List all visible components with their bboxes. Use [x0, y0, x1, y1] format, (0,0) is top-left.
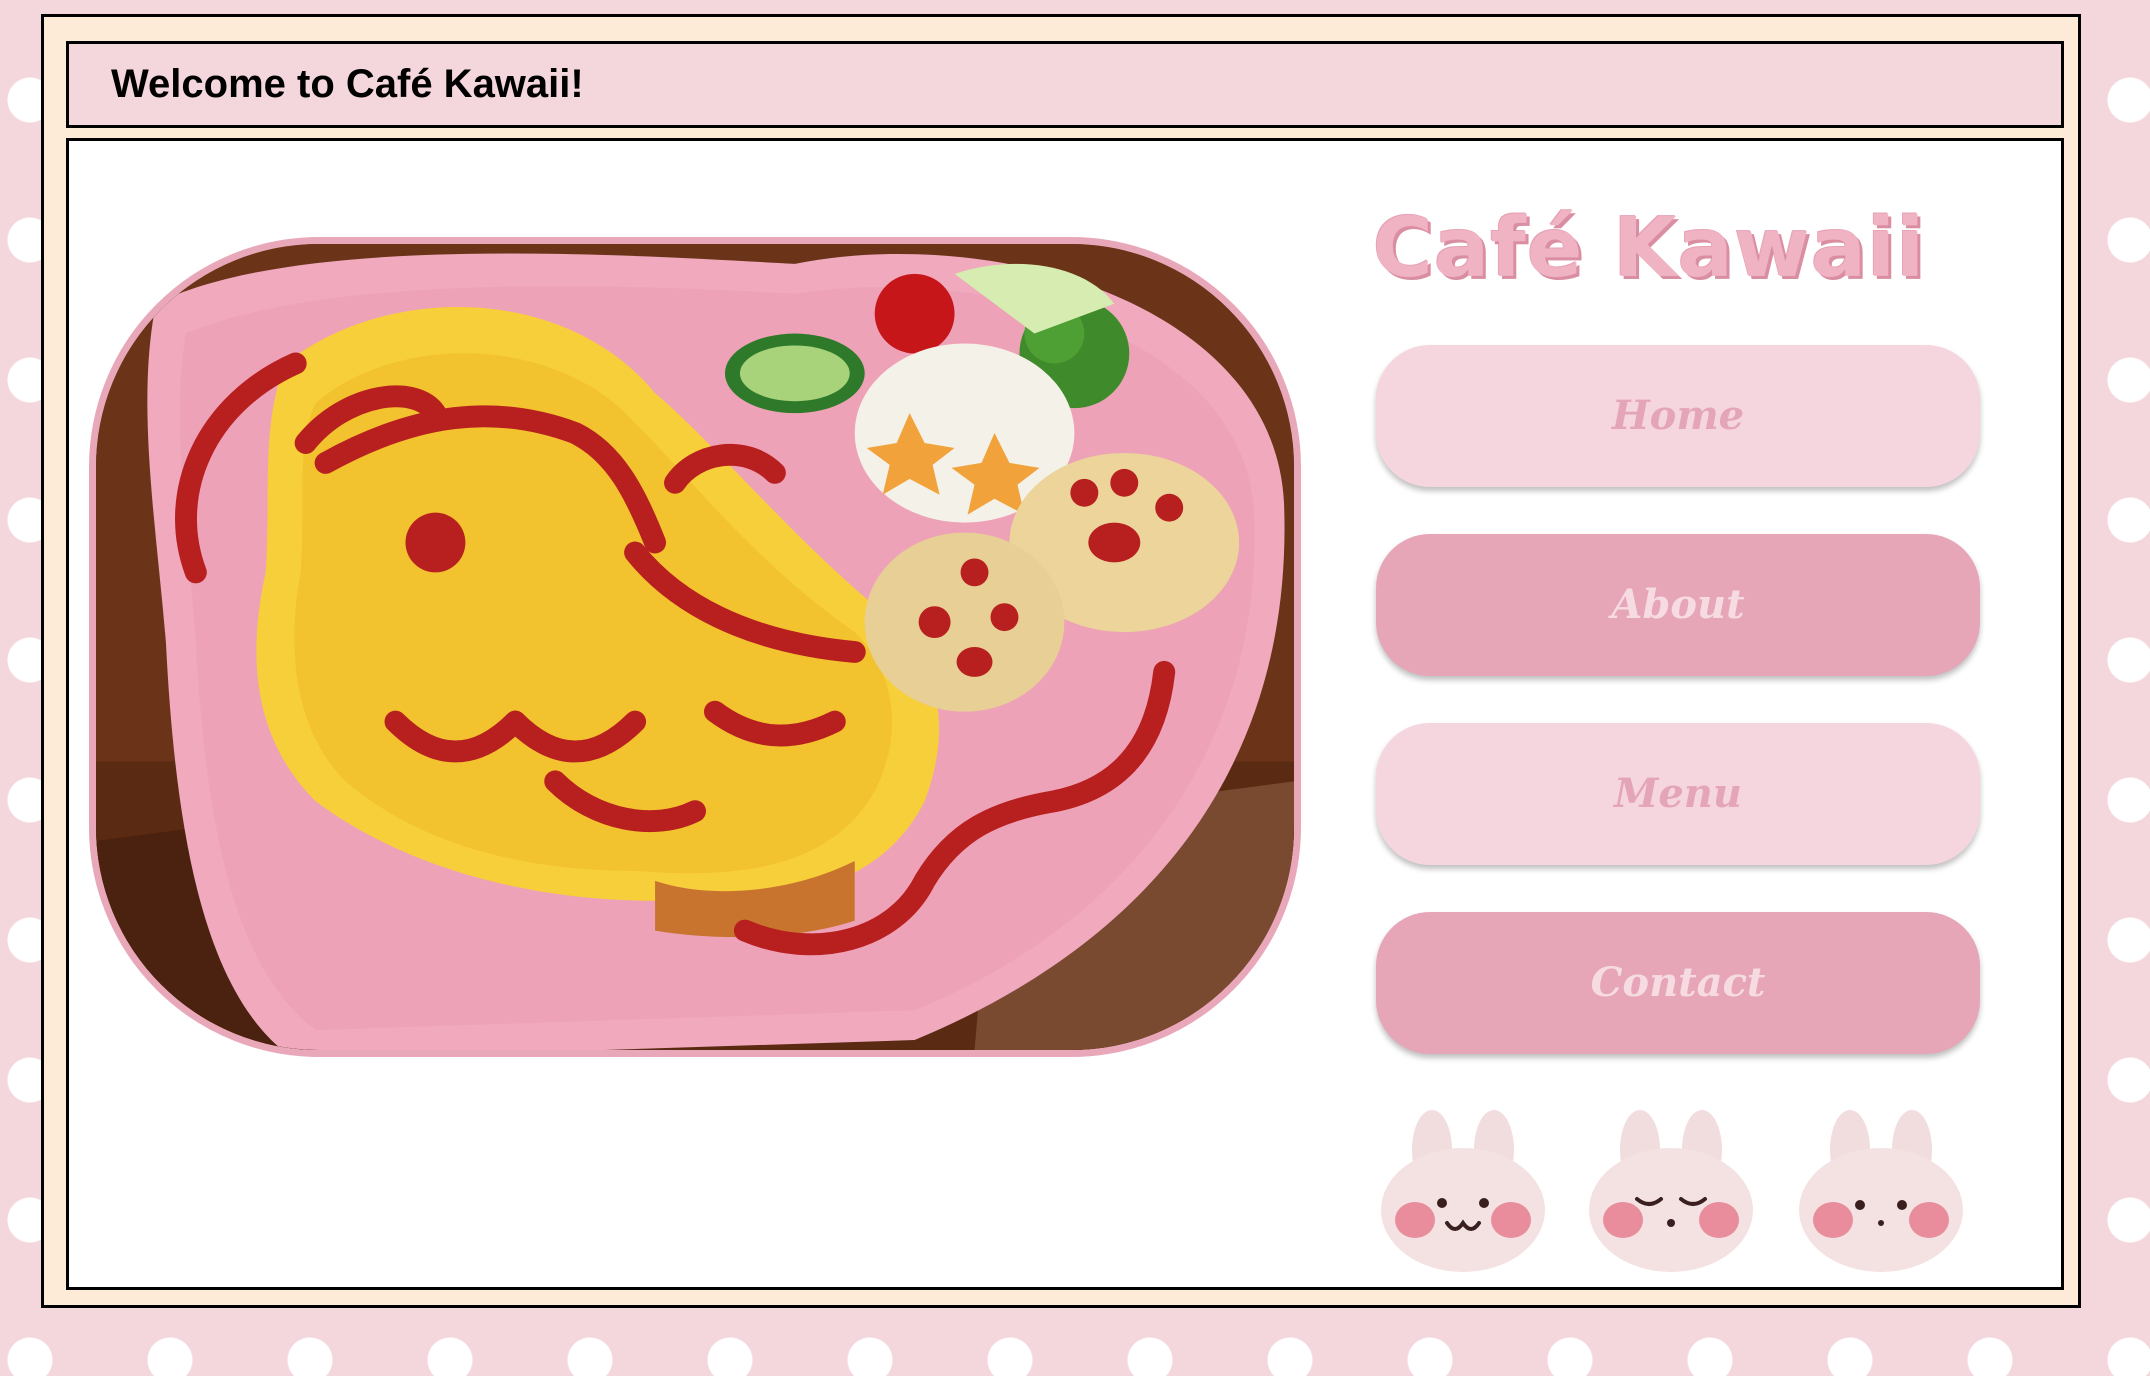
header-bar: Welcome to Café Kawaii!	[66, 41, 2064, 128]
nav-menu-button[interactable]: Menu	[1376, 723, 1980, 865]
bunny-smiling-icon	[1377, 1105, 1549, 1275]
bunny-decorations	[1377, 1105, 1987, 1285]
bunny-neutral-icon	[1795, 1105, 1967, 1275]
page-title: Welcome to Café Kawaii!	[111, 62, 584, 106]
outer-frame: Welcome to Café Kawaii! Café Kawaii Home…	[41, 14, 2081, 1308]
main-nav: Home About Menu Contact	[1376, 345, 1980, 1101]
nav-about-button[interactable]: About	[1376, 534, 1980, 676]
hero-image-omurice	[89, 237, 1301, 1057]
content-panel: Café Kawaii Home About Menu Contact	[66, 138, 2064, 1290]
brand-logo: Café Kawaii	[1372, 201, 1926, 296]
bunny-sleepy-icon	[1585, 1105, 1757, 1275]
omurice-illustration	[96, 244, 1294, 1050]
nav-home-button[interactable]: Home	[1376, 345, 1980, 487]
nav-contact-button[interactable]: Contact	[1376, 912, 1980, 1054]
